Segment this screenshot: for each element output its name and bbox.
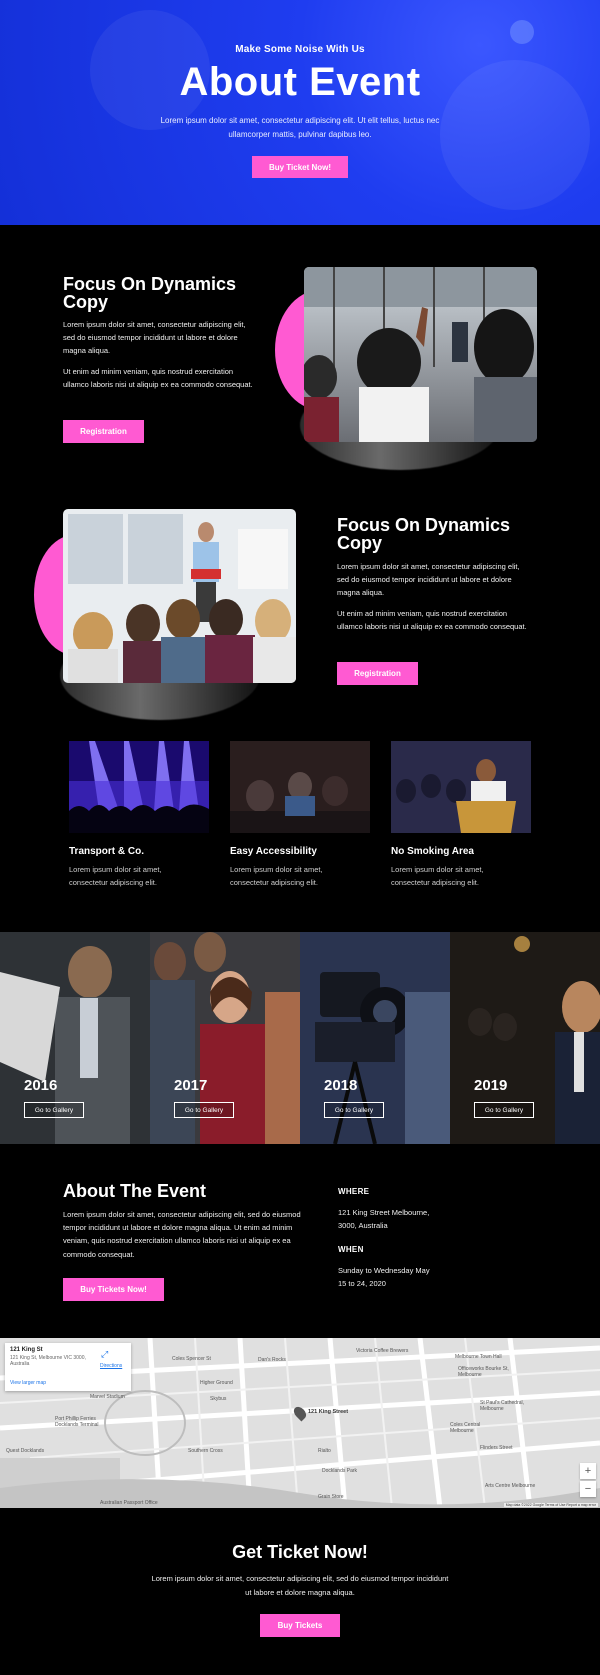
focus1-title: Focus On Dynamics Copy (63, 274, 237, 312)
speaker-photo (391, 741, 531, 833)
focus2-para2: Ut enim ad minim veniam, quis nostrud ex… (337, 609, 527, 632)
feature-text-transport: Lorem ipsum dolor sit amet, consectetur … (69, 865, 162, 887)
buy-ticket-button[interactable]: Buy Ticket Now! (252, 156, 348, 178)
map-place: Skybus (210, 1396, 227, 1402)
go-to-gallery-2019-button[interactable]: Go to Gallery (474, 1102, 534, 1118)
year-2019: 2019 (474, 1077, 508, 1094)
directions-icon[interactable]: ⤢ (101, 1349, 108, 1360)
map-place: Quest Docklands (6, 1448, 45, 1454)
about-title: About The Event (63, 1181, 206, 1201)
map-place: St Paul's Cathedral, Melbourne (480, 1400, 525, 1412)
map-place: Southern Cross (188, 1448, 223, 1454)
map-card-address: 121 King St, Melbourne VIC 3000, Austral… (10, 1355, 86, 1367)
hero-bokeh (510, 20, 534, 44)
focus2-title: Focus On Dynamics Copy (337, 515, 511, 553)
zoom-out-button[interactable]: − (580, 1481, 596, 1497)
year-2017: 2017 (174, 1077, 208, 1094)
map-place: Arts Centre Melbourne (485, 1483, 536, 1489)
where-value: 121 King Street Melbourne, 3000, Austral… (338, 1208, 430, 1230)
feature-title-no-smoking: No Smoking Area (391, 846, 474, 857)
year-2016: 2016 (24, 1077, 58, 1094)
presentation-image (63, 509, 296, 683)
map-place: Dan's Rocks (258, 1357, 286, 1363)
map-place: Australian Passport Office (100, 1500, 158, 1506)
feature-title-accessibility: Easy Accessibility (230, 846, 317, 857)
gallery-panel-2016: 2016 Go to Gallery (0, 932, 150, 1144)
map-place: Docklands Park (322, 1468, 358, 1474)
map-pin-label: 121 King Street (308, 1409, 349, 1415)
view-larger-map-link[interactable]: View larger map (10, 1380, 46, 1386)
map-place: Melbourne Town Hall (455, 1354, 502, 1360)
concert-stage-image (69, 741, 209, 833)
go-to-gallery-2017-button[interactable]: Go to Gallery (174, 1102, 234, 1118)
gallery-panel-2017: 2017 Go to Gallery (150, 932, 300, 1144)
hero-subtitle: Make Some Noise With Us (235, 44, 365, 55)
map-place: Marvel Stadium (90, 1394, 125, 1400)
gallery-panel-2018: 2018 Go to Gallery (300, 932, 450, 1144)
year-2018: 2018 (324, 1077, 358, 1094)
map-attribution[interactable]: Map data ©2022 Google Terms of Use Repor… (503, 1503, 598, 1507)
map-place: Officeworks Bourke St, Melbourne (458, 1366, 509, 1378)
audience-image (230, 741, 370, 833)
map-place: Flinders Street (480, 1445, 513, 1451)
presentation-photo (63, 509, 296, 683)
focus1-para1: Lorem ipsum dolor sit amet, consectetur … (63, 320, 246, 356)
buy-tickets-button[interactable]: Buy Tickets (260, 1614, 340, 1637)
feature-text-accessibility: Lorem ipsum dolor sit amet, consectetur … (230, 865, 323, 887)
about-text: Lorem ipsum dolor sit amet, consectetur … (63, 1210, 301, 1259)
concert-photo (69, 741, 209, 833)
buy-tickets-now-button[interactable]: Buy Tickets Now! (63, 1278, 164, 1301)
map-place: Coles Spencer St (172, 1356, 211, 1362)
page-title: About Event (179, 60, 421, 104)
registration-button[interactable]: Registration (63, 420, 144, 443)
map-place: Port Phillip Ferries Docklands Terminal (55, 1416, 99, 1428)
map-place: Higher Ground (200, 1380, 233, 1386)
map-place: Rialto (318, 1448, 331, 1454)
directions-link[interactable]: Directions (100, 1363, 122, 1369)
location-map[interactable]: 121 King Street Coles Spencer St Dan's R… (0, 1338, 600, 1508)
speaker-podium-image (391, 741, 531, 833)
hero-text: Lorem ipsum dolor sit amet, consectetur … (160, 116, 440, 139)
zoom-in-button[interactable]: + (580, 1463, 596, 1479)
registration-button[interactable]: Registration (337, 662, 418, 685)
map-place: Coles Central Melbourne (450, 1422, 481, 1434)
feature-title-transport: Transport & Co. (69, 846, 145, 857)
conference-audience-image (304, 267, 537, 442)
map-card-title: 121 King St (10, 1347, 43, 1353)
conference-photo (304, 267, 537, 442)
gallery-panel-2019: 2019 Go to Gallery (450, 932, 600, 1144)
go-to-gallery-2016-button[interactable]: Go to Gallery (24, 1102, 84, 1118)
when-value: Sunday to Wednesday May 15 to 24, 2020 (338, 1266, 430, 1288)
where-label: WHERE (338, 1187, 370, 1196)
map-place: Grain Store (318, 1494, 344, 1500)
map-info-card: 121 King St 121 King St, Melbourne VIC 3… (5, 1343, 131, 1391)
cta-text: Lorem ipsum dolor sit amet, consectetur … (151, 1574, 449, 1597)
map-place: Victoria Coffee Brewers (356, 1348, 409, 1354)
focus1-para2: Ut enim ad minim veniam, quis nostrud ex… (63, 367, 253, 390)
hero-section: Make Some Noise With Us About Event Lore… (0, 0, 600, 225)
feature-text-no-smoking: Lorem ipsum dolor sit amet, consectetur … (391, 865, 484, 887)
go-to-gallery-2018-button[interactable]: Go to Gallery (324, 1102, 384, 1118)
when-label: WHEN (338, 1245, 364, 1254)
cta-title: Get Ticket Now! (232, 1542, 368, 1562)
focus2-para1: Lorem ipsum dolor sit amet, consectetur … (337, 562, 520, 598)
audience-photo (230, 741, 370, 833)
